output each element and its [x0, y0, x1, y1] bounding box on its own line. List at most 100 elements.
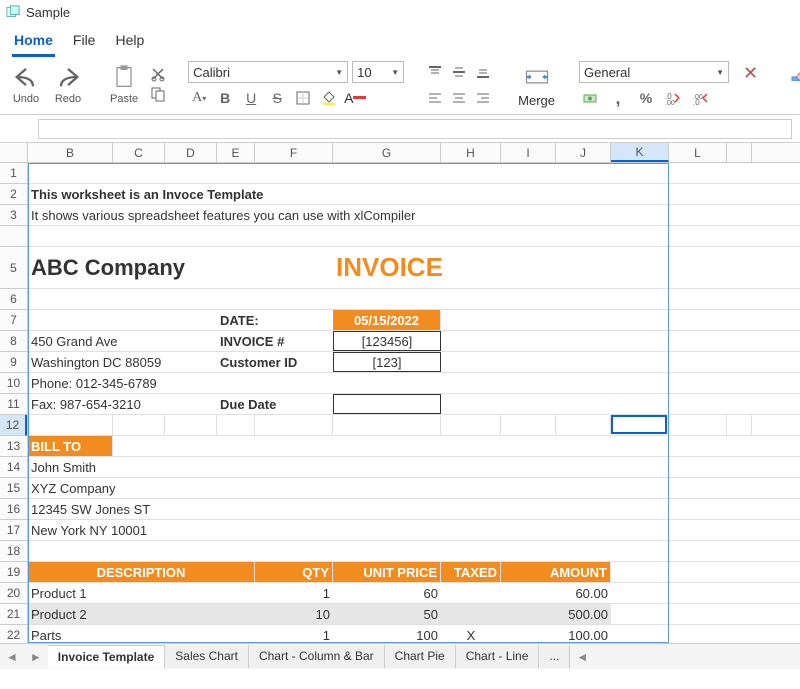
align-bottom-button[interactable]: [472, 61, 494, 83]
font-menu-icon[interactable]: A▾: [188, 87, 210, 109]
cell-subtitle[interactable]: It shows various spreadsheet features yo…: [28, 205, 752, 225]
item-desc-1[interactable]: Product 2: [28, 604, 255, 624]
item-amount-1[interactable]: 500.00: [501, 604, 611, 624]
sheet-tab-5[interactable]: ...: [539, 645, 570, 668]
row-header-6[interactable]: 6: [0, 289, 27, 310]
cell-company[interactable]: ABC Company: [28, 247, 255, 288]
select-all-corner[interactable]: [0, 143, 28, 162]
cell-fax[interactable]: Fax: 987-654-3210: [28, 394, 217, 414]
cell-date-label[interactable]: DATE:: [217, 310, 333, 330]
row-header-18[interactable]: 18: [0, 541, 27, 562]
col-header-K[interactable]: K: [611, 143, 669, 162]
col-header-L[interactable]: L: [669, 143, 727, 162]
fill-color-button[interactable]: [318, 87, 340, 109]
cut-icon[interactable]: [150, 66, 166, 82]
cell-due-value[interactable]: [333, 394, 441, 414]
paste-button[interactable]: Paste: [106, 61, 142, 107]
tab-nav-next[interactable]: ►: [24, 650, 48, 664]
font-name-dropdown[interactable]: Calibri▼: [188, 61, 348, 83]
item-qty-0[interactable]: 1: [255, 583, 333, 603]
undo-button[interactable]: Undo: [8, 61, 44, 107]
sheet-tab-2[interactable]: Chart - Column & Bar: [249, 645, 385, 668]
row-header-13[interactable]: 13: [0, 436, 27, 457]
align-center-button[interactable]: [448, 87, 470, 109]
align-middle-button[interactable]: [448, 61, 470, 83]
row-header-16[interactable]: 16: [0, 499, 27, 520]
cell-addr1[interactable]: 450 Grand Ave: [28, 331, 217, 351]
number-format-dropdown[interactable]: General▼: [579, 61, 729, 83]
merge-button[interactable]: Merge: [514, 61, 559, 110]
align-left-button[interactable]: [424, 87, 446, 109]
comma-icon[interactable]: ,: [607, 87, 629, 109]
hdr-taxed[interactable]: TAXED: [441, 562, 501, 582]
hdr-amount[interactable]: AMOUNT: [501, 562, 611, 582]
cell-addr2[interactable]: Washington DC 88059: [28, 352, 217, 372]
hdr-desc[interactable]: DESCRIPTION: [28, 562, 255, 582]
item-price-1[interactable]: 50: [333, 604, 441, 624]
align-right-button[interactable]: [472, 87, 494, 109]
decrease-decimal-icon[interactable]: .0.00: [663, 87, 685, 109]
item-price-2[interactable]: 100: [333, 625, 441, 643]
row-header-14[interactable]: 14: [0, 457, 27, 478]
cell-bill-0[interactable]: John Smith: [28, 457, 752, 477]
cell-title[interactable]: This worksheet is an Invoce Template: [28, 184, 752, 204]
cell-cust-value[interactable]: [123]: [333, 352, 441, 372]
row-header-12[interactable]: 12: [0, 415, 27, 436]
item-amount-2[interactable]: 100.00: [501, 625, 611, 643]
hdr-price[interactable]: UNIT PRICE: [333, 562, 441, 582]
row-header-9[interactable]: 9: [0, 352, 27, 373]
font-color-button[interactable]: A: [344, 87, 366, 109]
col-header-D[interactable]: D: [165, 143, 217, 162]
col-header-E[interactable]: E: [217, 143, 255, 162]
item-qty-2[interactable]: 1: [255, 625, 333, 643]
cell-bill-2[interactable]: 12345 SW Jones ST: [28, 499, 752, 519]
item-desc-0[interactable]: Product 1: [28, 583, 255, 603]
row-header-19[interactable]: 19: [0, 562, 27, 583]
tab-scroll-left[interactable]: ◄: [570, 650, 594, 664]
copy-icon[interactable]: [150, 86, 166, 102]
increase-decimal-icon[interactable]: .00.0: [691, 87, 713, 109]
row-header-11[interactable]: 11: [0, 394, 27, 415]
item-taxed-1[interactable]: [441, 604, 501, 624]
row-header-2[interactable]: 2: [0, 184, 27, 205]
strike-button[interactable]: S: [266, 87, 288, 109]
cell-bill-3[interactable]: New York NY 10001: [28, 520, 752, 540]
item-amount-0[interactable]: 60.00: [501, 583, 611, 603]
item-taxed-0[interactable]: [441, 583, 501, 603]
cell-date-value[interactable]: 05/15/2022: [333, 310, 441, 330]
menu-home[interactable]: Home: [12, 28, 55, 57]
tab-nav-prev[interactable]: ◄: [0, 650, 24, 664]
hdr-qty[interactable]: QTY: [255, 562, 333, 582]
cell-phone[interactable]: Phone: 012-345-6789: [28, 373, 217, 393]
row-header-17[interactable]: 17: [0, 520, 27, 541]
sheet-tab-0[interactable]: Invoice Template: [48, 645, 165, 668]
row-header-21[interactable]: 21: [0, 604, 27, 625]
redo-button[interactable]: Redo: [50, 61, 86, 107]
close-icon[interactable]: ✕: [737, 61, 764, 110]
row-header-15[interactable]: 15: [0, 478, 27, 499]
cell-invno-label[interactable]: INVOICE #: [217, 331, 333, 351]
percent-icon[interactable]: %: [635, 87, 657, 109]
col-header-H[interactable]: H: [441, 143, 501, 162]
align-top-button[interactable]: [424, 61, 446, 83]
cell-cust-label[interactable]: Customer ID: [217, 352, 333, 372]
row-header-10[interactable]: 10: [0, 373, 27, 394]
item-qty-1[interactable]: 10: [255, 604, 333, 624]
sheet-tab-4[interactable]: Chart - Line: [456, 645, 540, 668]
row-header-7[interactable]: 7: [0, 310, 27, 331]
cell-bill-1[interactable]: XYZ Company: [28, 478, 752, 498]
sheet-tab-1[interactable]: Sales Chart: [165, 645, 249, 668]
menu-file[interactable]: File: [71, 28, 98, 57]
item-desc-2[interactable]: Parts: [28, 625, 255, 643]
cell-due-label[interactable]: Due Date: [217, 394, 333, 414]
item-taxed-2[interactable]: X: [441, 625, 501, 643]
cell-billto[interactable]: BILL TO: [28, 436, 113, 456]
row-header-1[interactable]: 1: [0, 163, 27, 184]
sheet-tab-3[interactable]: Chart Pie: [385, 645, 456, 668]
col-header-G[interactable]: G: [333, 143, 441, 162]
row-header-3[interactable]: 3: [0, 205, 27, 226]
menu-help[interactable]: Help: [113, 28, 146, 57]
cell-invoice-title[interactable]: INVOICE: [333, 247, 501, 288]
col-header-J[interactable]: J: [556, 143, 611, 162]
cells-area[interactable]: This worksheet is an Invoce TemplateIt s…: [28, 163, 800, 643]
